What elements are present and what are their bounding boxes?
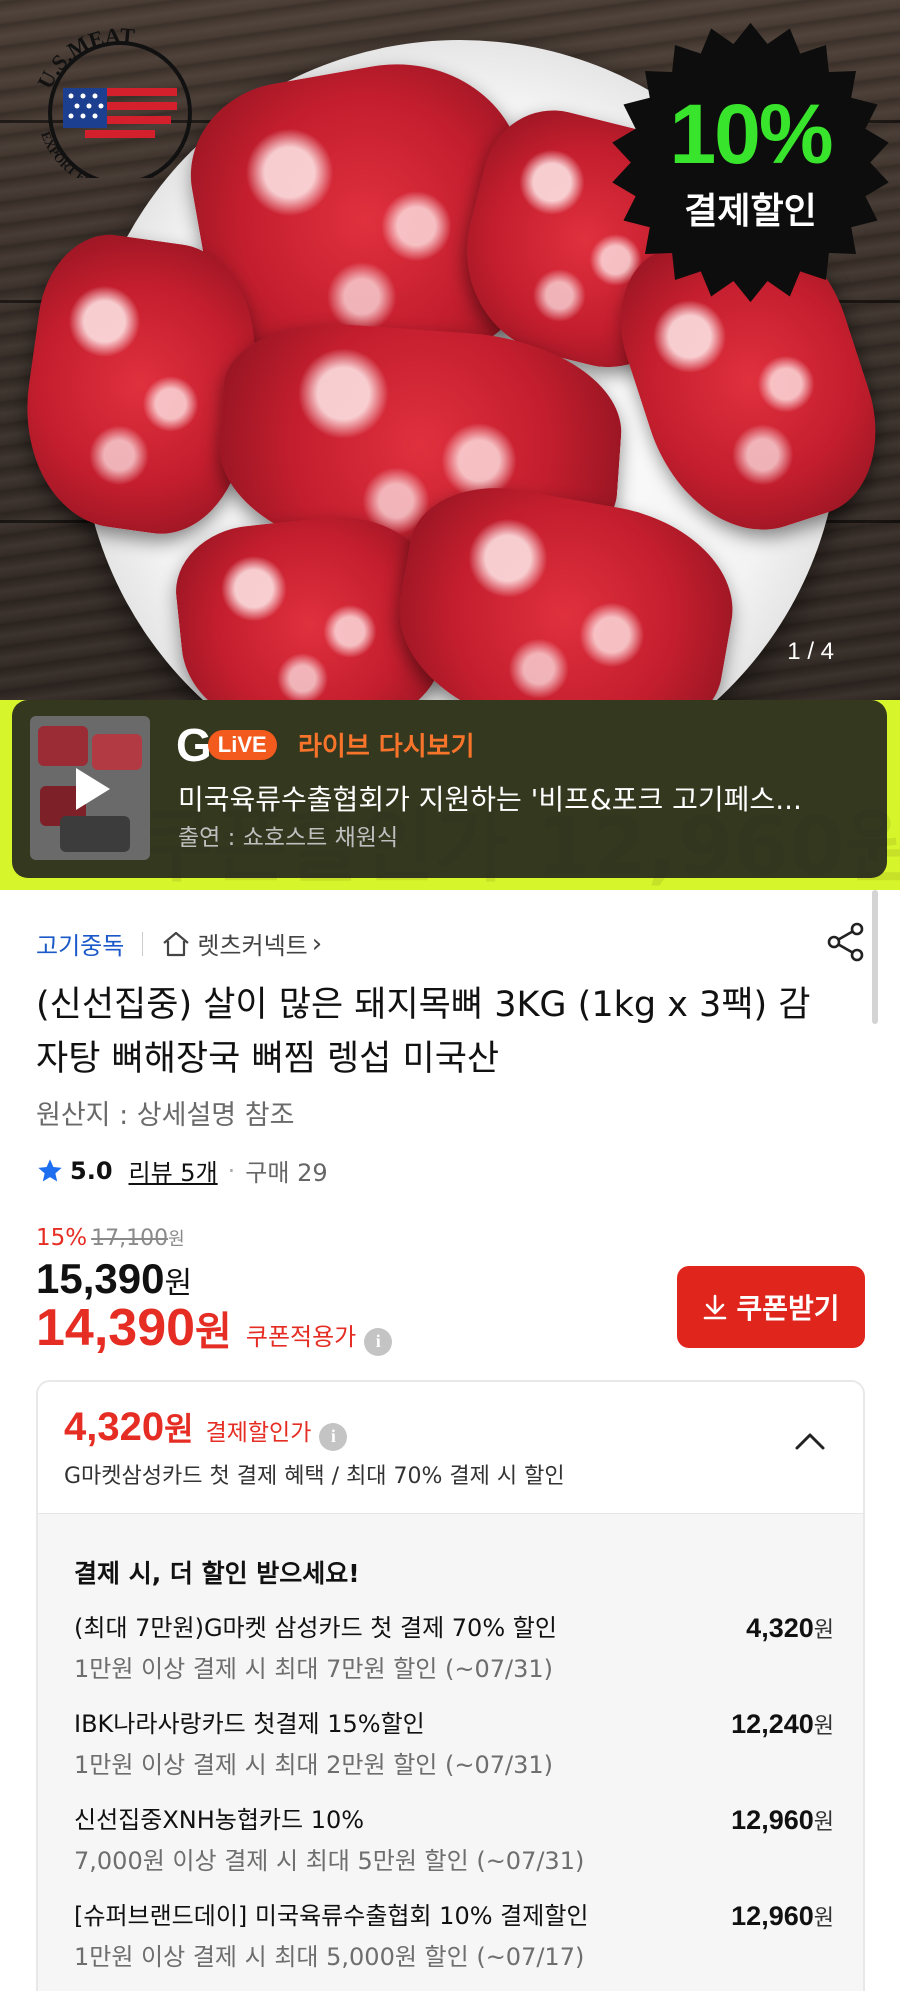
us-meat-logo: U.S.MEAT EXPORT FEDERATION bbox=[32, 28, 192, 178]
info-icon[interactable]: i bbox=[319, 1422, 348, 1451]
live-cast: 출연 : 쇼호스트 채원식 bbox=[178, 825, 399, 851]
rating-value: 5.0 bbox=[70, 1156, 113, 1185]
review-count-link[interactable]: 리뷰 5개 bbox=[129, 1153, 218, 1188]
offer-name: (최대 7만원)G마켓 삼성카드 첫 결제 70% 할인 bbox=[74, 1614, 557, 1642]
get-coupon-button[interactable]: 쿠폰받기 bbox=[677, 1266, 865, 1348]
store-link[interactable]: 렛츠커넥트 › bbox=[161, 926, 322, 961]
coupon-price-row: 14,390 원 쿠폰적용가 i bbox=[36, 1298, 393, 1358]
offer-name: [슈퍼브랜드데이] 미국육류수출협회 10% 결제할인 bbox=[74, 1902, 589, 1930]
coupon-price-label: 쿠폰적용가 bbox=[245, 1323, 357, 1351]
payment-discount-subtitle: G마켓삼성카드 첫 결제 혜택 / 최대 70% 결제 시 할인 bbox=[64, 1464, 565, 1489]
offer-condition: 1만원 이상 결제 시 최대 7만원 할인 (~07/31) bbox=[74, 1655, 553, 1683]
offer-amount-row: 12,960 원 bbox=[731, 1900, 834, 1932]
coupon-price: 14,390 bbox=[36, 1299, 196, 1357]
info-icon[interactable]: i bbox=[364, 1327, 393, 1356]
offer-amount: 12,960 bbox=[731, 1901, 814, 1931]
payment-offers-list: 결제 시, 더 할인 받으세요! (최대 7만원)G마켓 삼성카드 첫 결제 7… bbox=[38, 1514, 863, 1991]
offer-amount: 12,240 bbox=[731, 1709, 814, 1739]
category-link[interactable]: 고기중독 bbox=[36, 926, 124, 961]
live-replay-title: 라이브 다시보기 bbox=[298, 732, 475, 762]
product-title: (신선집중) 살이 많은 돼지목뼈 3KG (1kg x 3팩) 감자탕 뼈해장… bbox=[36, 985, 811, 1079]
offer-condition: 1만원 이상 결제 시 최대 2만원 할인 (~07/31) bbox=[74, 1751, 553, 1779]
purchase-count: 구매 29 bbox=[245, 1159, 328, 1187]
breadcrumb: 고기중독 렛츠커넥트 › bbox=[36, 926, 322, 961]
offer-amount-row: 12,240 원 bbox=[731, 1708, 834, 1740]
payment-discount-unit: 원 bbox=[164, 1410, 194, 1448]
original-price: 17,100 bbox=[91, 1226, 169, 1251]
offer-amount: 12,960 bbox=[731, 1805, 814, 1835]
share-icon[interactable] bbox=[824, 920, 868, 964]
offer-condition: 7,000원 이상 결제 시 최대 5만원 할인 (~07/31) bbox=[74, 1847, 585, 1875]
logo-text-top: U.S.MEAT bbox=[32, 28, 136, 93]
store-name: 렛츠커넥트 bbox=[197, 932, 308, 960]
chevron-up-icon[interactable] bbox=[793, 1426, 827, 1456]
payment-discount-amount: 4,320 bbox=[64, 1405, 165, 1449]
play-icon[interactable] bbox=[58, 758, 120, 820]
payment-discount-header[interactable]: 4,320 원 결제할인가 i G마켓삼성카드 첫 결제 혜택 / 최대 70%… bbox=[38, 1382, 863, 1514]
separator-dot: · bbox=[227, 1156, 236, 1185]
breadcrumb-divider bbox=[142, 931, 144, 956]
offer-unit: 원 bbox=[813, 1618, 834, 1643]
sale-price-row: 15,390 원 bbox=[36, 1255, 192, 1303]
scroll-indicator bbox=[872, 890, 878, 1024]
image-page-counter: 1 / 4 bbox=[787, 638, 834, 665]
download-icon bbox=[704, 1294, 727, 1320]
offer-item: [슈퍼브랜드데이] 미국육류수출협회 10% 결제할인 1만원 이상 결제 시 … bbox=[74, 1896, 834, 1972]
offer-unit: 원 bbox=[813, 1906, 834, 1931]
badge-label: 결제할인 bbox=[684, 190, 817, 232]
offers-title: 결제 시, 더 할인 받으세요! bbox=[74, 1559, 360, 1588]
discount-row: 15% 17,100 원 bbox=[36, 1225, 185, 1251]
offer-item: (최대 7만원)G마켓 삼성카드 첫 결제 70% 할인 1만원 이상 결제 시… bbox=[74, 1608, 834, 1684]
payment-discount-panel: 4,320 원 결제할인가 i G마켓삼성카드 첫 결제 혜택 / 최대 70%… bbox=[36, 1380, 865, 1991]
get-coupon-label: 쿠폰받기 bbox=[736, 1292, 840, 1325]
discount-badge: 10% 결제할인 bbox=[608, 20, 893, 305]
offer-unit: 원 bbox=[813, 1810, 834, 1835]
offer-item: IBK나라사랑카드 첫결제 15%할인 1만원 이상 결제 시 최대 2만원 할… bbox=[74, 1704, 834, 1780]
glive-logo: G LiVE bbox=[176, 722, 277, 768]
live-description: 미국육류수출협회가 지원하는 '비프&포크 고기페스... bbox=[178, 783, 802, 816]
payment-discount-label: 결제할인가 bbox=[205, 1420, 312, 1446]
product-origin: 원산지 : 상세설명 참조 bbox=[36, 1100, 295, 1131]
coupon-price-unit: 원 bbox=[195, 1309, 232, 1355]
live-pill: LiVE bbox=[207, 730, 277, 760]
rating-row: 5.0 리뷰 5개 · 구매 29 bbox=[36, 1153, 328, 1188]
offer-name: IBK나라사랑카드 첫결제 15%할인 bbox=[74, 1710, 425, 1738]
badge-percent: 10% bbox=[669, 86, 833, 181]
chevron-right-icon: › bbox=[311, 928, 323, 959]
offer-condition: 1만원 이상 결제 시 최대 5,000원 할인 (~07/17) bbox=[74, 1943, 585, 1971]
offer-amount: 4,320 bbox=[746, 1613, 814, 1643]
g-letter: G bbox=[176, 719, 212, 771]
thumb-plate bbox=[60, 816, 130, 852]
offer-item: 신선집중XNH농협카드 10% 7,000원 이상 결제 시 최대 5만원 할인… bbox=[74, 1800, 834, 1876]
star-icon bbox=[38, 1158, 62, 1181]
original-price-unit: 원 bbox=[168, 1229, 185, 1250]
discount-percent: 15% bbox=[36, 1225, 88, 1251]
payment-discount-amount-row: 4,320 원 결제할인가 i bbox=[64, 1404, 348, 1451]
offer-amount-row: 12,960 원 bbox=[731, 1804, 834, 1836]
offer-name: 신선집중XNH농협카드 10% bbox=[74, 1806, 365, 1834]
sale-price: 15,390 bbox=[36, 1255, 165, 1302]
offer-unit: 원 bbox=[813, 1714, 834, 1739]
sale-price-unit: 원 bbox=[164, 1266, 193, 1301]
house-icon bbox=[163, 931, 190, 956]
offer-amount-row: 4,320 원 bbox=[746, 1612, 834, 1644]
